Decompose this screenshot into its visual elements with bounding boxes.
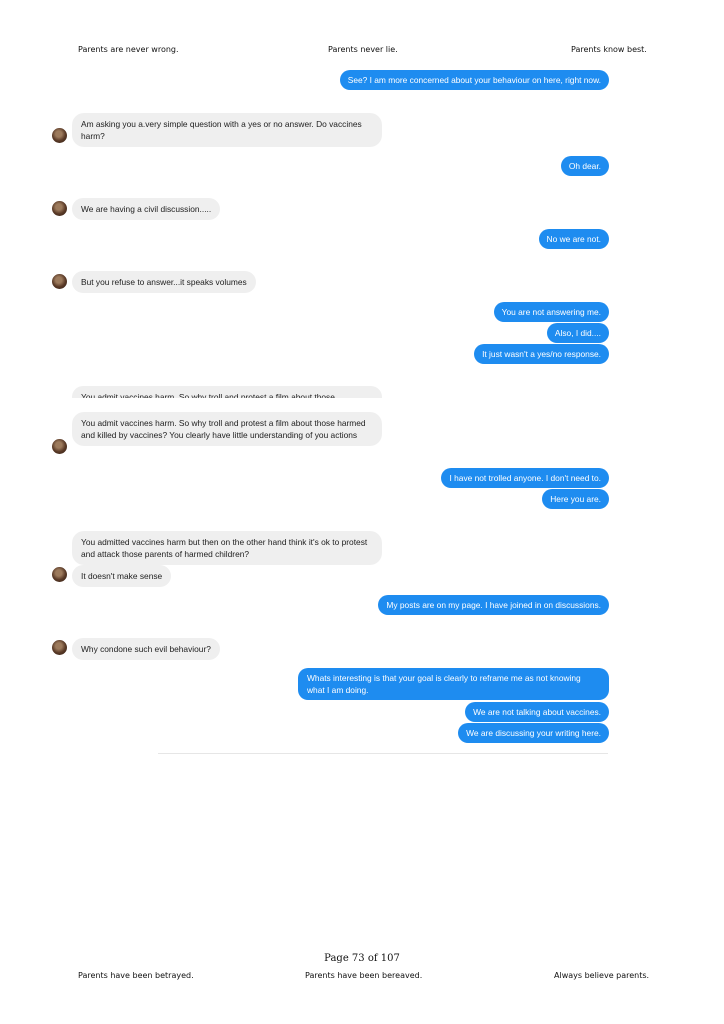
incoming-message: Am asking you a.very simple question wit… [72, 113, 382, 147]
outgoing-message: See? I am more concerned about your beha… [339, 70, 609, 90]
footer-center-slogan: Parents have been bereaved. [305, 971, 423, 980]
page-number: Page 73 of 107 [324, 953, 400, 964]
avatar [52, 274, 67, 289]
outgoing-message: Here you are. [542, 489, 609, 509]
outgoing-message: I have not trolled anyone. I don't need … [441, 468, 609, 488]
header-center-slogan: Parents never lie. [328, 45, 398, 54]
avatar [52, 640, 67, 655]
incoming-message: You admitted vaccines harm but then on t… [72, 531, 382, 565]
avatar [52, 128, 67, 143]
outgoing-message: It just wasn't a yes/no response. [474, 344, 609, 364]
outgoing-message: You are not answering me. [493, 302, 609, 322]
footer-left-slogan: Parents have been betrayed. [78, 971, 194, 980]
outgoing-message: Oh dear. [560, 156, 609, 176]
outgoing-message: We are discussing your writing here. [458, 723, 609, 743]
clipped-message-fragment: You admit vaccines harm. So why troll an… [72, 386, 384, 398]
outgoing-message: Also, I did.... [546, 323, 609, 343]
incoming-message: But you refuse to answer...it speaks vol… [72, 271, 256, 293]
incoming-message: We are having a civil discussion..... [72, 198, 221, 220]
header-right-slogan: Parents know best. [571, 45, 647, 54]
avatar [52, 567, 67, 582]
outgoing-message: No we are not. [538, 229, 609, 249]
incoming-message: It doesn't make sense [72, 565, 172, 587]
footer-right-slogan: Always believe parents. [554, 971, 650, 980]
outgoing-message: Whats interesting is that your goal is c… [298, 668, 609, 700]
incoming-message: You admit vaccines harm. So why troll an… [72, 386, 382, 398]
incoming-message: Why condone such evil behaviour? [72, 638, 220, 660]
avatar [52, 439, 67, 454]
incoming-message: You admit vaccines harm. So why troll an… [72, 412, 382, 446]
outgoing-message: We are not talking about vaccines. [465, 702, 609, 722]
header-left-slogan: Parents are never wrong. [78, 45, 179, 54]
outgoing-message: My posts are on my page. I have joined i… [378, 595, 609, 615]
divider [158, 753, 608, 754]
avatar [52, 201, 67, 216]
